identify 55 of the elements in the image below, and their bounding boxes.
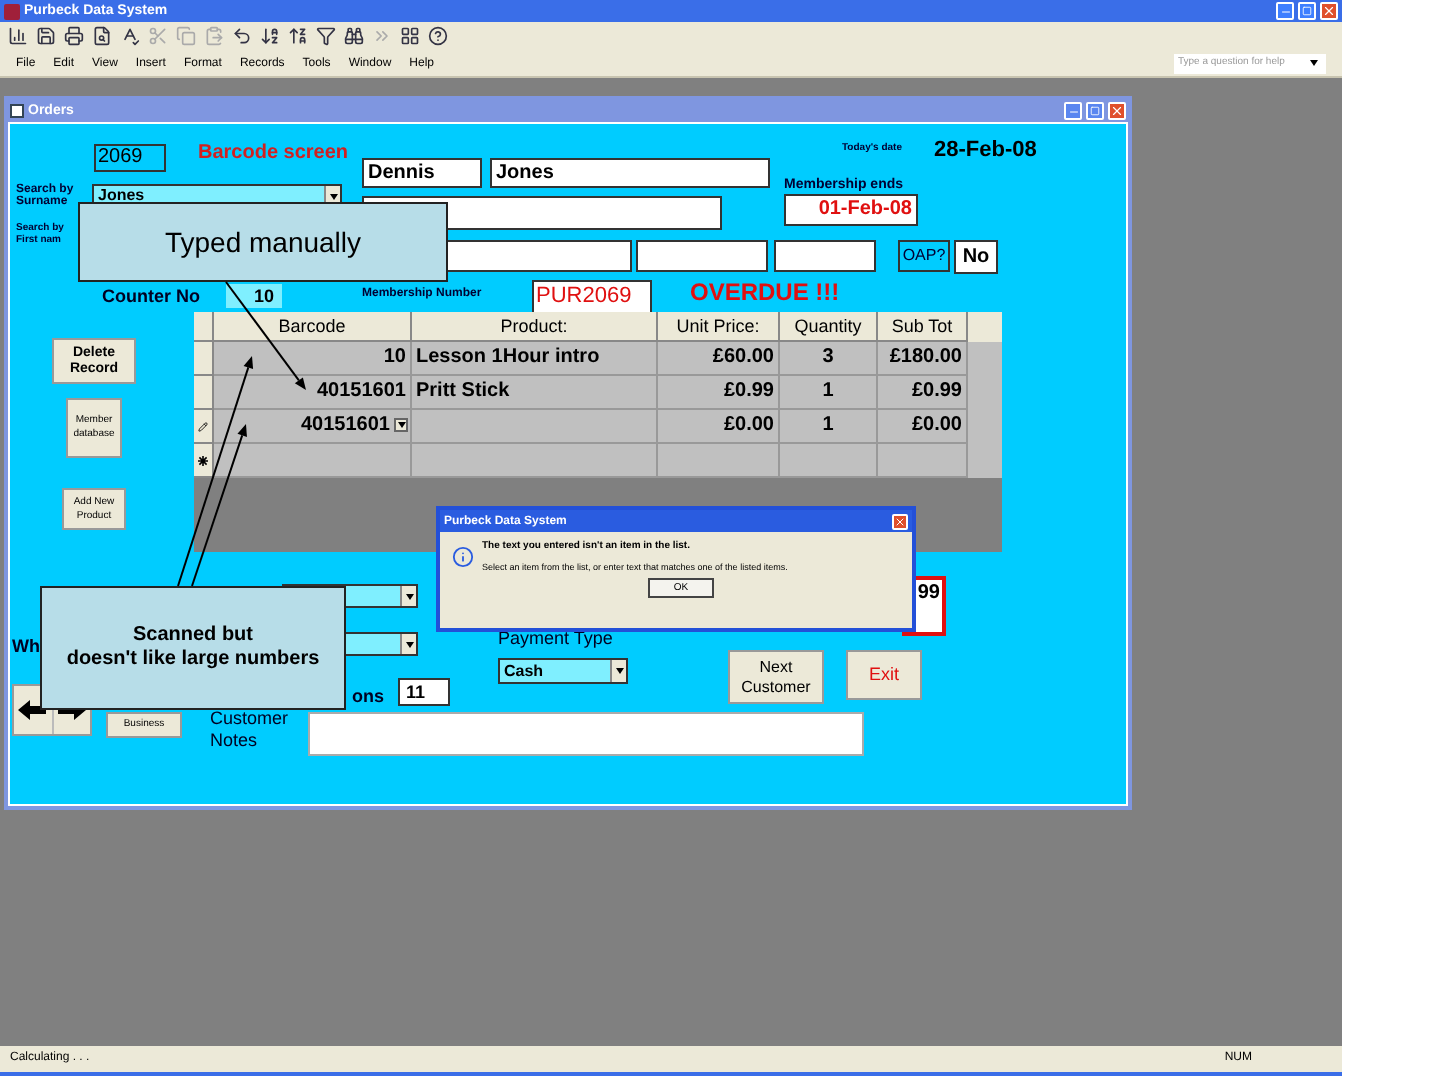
new-record-icon: [198, 455, 208, 465]
overdue-status: OVERDUE !!!: [690, 276, 840, 310]
help-icon[interactable]: [428, 26, 448, 46]
database-window-icon[interactable]: [400, 26, 420, 46]
membership-ends-field[interactable]: 01-Feb-08: [784, 194, 918, 226]
minimize-icon[interactable]: [1064, 102, 1082, 120]
dropdown-arrow-icon[interactable]: [394, 418, 408, 432]
callout-text: Typed manually: [164, 228, 362, 256]
sessions-label: ons: [352, 684, 385, 710]
pencil-icon: [198, 421, 208, 431]
chart-icon[interactable]: [8, 26, 28, 46]
close-icon[interactable]: [892, 513, 908, 529]
form-heading: Barcode screen: [198, 140, 349, 168]
counter-number-label: Counter No: [102, 284, 200, 310]
filter-icon[interactable]: [316, 26, 336, 46]
callout-text: Scanned but doesn't like large numbers: [66, 624, 320, 672]
sort-ascending-icon[interactable]: [260, 26, 280, 46]
todays-date: 28-Feb-08: [934, 136, 1037, 166]
town-field[interactable]: [636, 240, 768, 272]
save-icon[interactable]: [36, 26, 56, 46]
maximize-icon[interactable]: [1298, 2, 1316, 20]
first-name-field[interactable]: Dennis: [362, 158, 482, 188]
sessions-field[interactable]: 11: [398, 678, 450, 706]
field-label: Wh: [12, 634, 40, 660]
printer-icon[interactable]: [64, 26, 84, 46]
close-icon[interactable]: [1320, 2, 1338, 20]
payment-type-label: Payment Type: [498, 626, 613, 652]
app-icon: [4, 3, 20, 19]
undo-icon[interactable]: [232, 26, 252, 46]
surname-field[interactable]: Jones: [490, 158, 770, 188]
sort-descending-icon[interactable]: [288, 26, 308, 46]
next-customer-button[interactable]: Next Customer: [728, 650, 824, 704]
dropdown-arrow-icon[interactable]: [1310, 60, 1318, 66]
table-cell: [878, 444, 968, 478]
membership-number-field[interactable]: PUR2069: [532, 280, 652, 314]
table-cell: [780, 444, 878, 478]
maximize-icon[interactable]: [1086, 102, 1104, 120]
payment-type-combo[interactable]: Cash: [498, 658, 628, 684]
customer-notes-field[interactable]: [308, 712, 864, 756]
order-number-field[interactable]: 2069: [94, 144, 166, 172]
table-cell: [658, 444, 780, 478]
minimize-icon[interactable]: [1276, 2, 1294, 20]
info-icon: [452, 546, 474, 568]
binoculars-icon[interactable]: [344, 26, 364, 46]
exit-button[interactable]: Exit: [846, 650, 922, 700]
counter-number-field[interactable]: 10: [226, 284, 282, 308]
postcode-field[interactable]: [774, 240, 876, 272]
oap-field[interactable]: No: [954, 240, 998, 274]
row-selector[interactable]: [194, 444, 214, 478]
preview-icon[interactable]: [92, 26, 112, 46]
oap-label: OAP?: [898, 240, 950, 272]
spellcheck-icon[interactable]: [120, 26, 140, 46]
close-icon[interactable]: [1108, 102, 1126, 120]
customer-notes-label: Customer Notes: [210, 708, 291, 752]
form-icon: [10, 104, 24, 118]
